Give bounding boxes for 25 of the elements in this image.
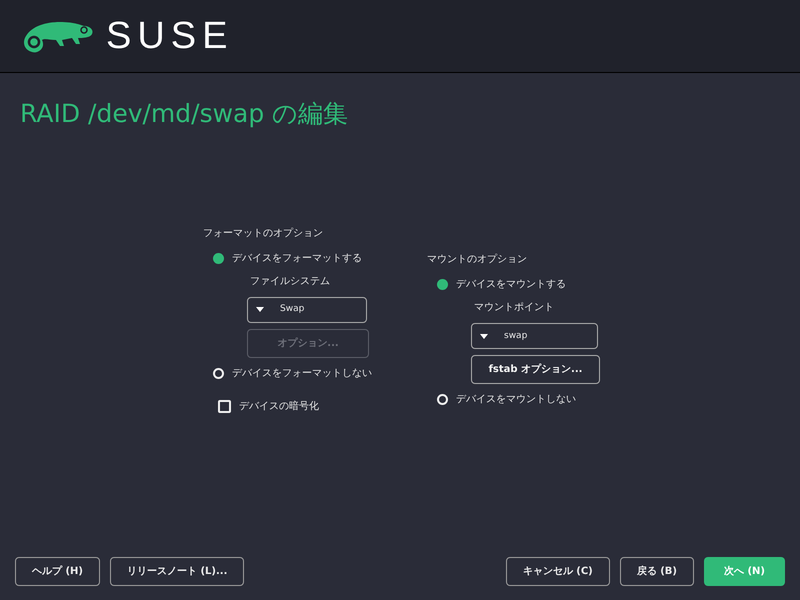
radio-label: デバイスをフォーマットする	[232, 252, 362, 266]
section-title: マウントのオプション	[427, 252, 528, 268]
radio-label: デバイスをマウントしない	[456, 393, 576, 408]
footer-button[interactable]: 戻る (B)	[620, 557, 694, 586]
radio-label: デバイスをフォーマットしない	[232, 366, 372, 381]
section-title: フォーマットのオプション	[203, 226, 324, 241]
caret-icon	[256, 307, 264, 312]
radio-button[interactable]	[437, 394, 448, 406]
footer-button[interactable]: ヘルプ (H)	[15, 557, 100, 586]
radio-label: デバイスをマウントする	[456, 278, 566, 292]
logo-text: SUSE	[106, 14, 234, 58]
page-title: RAID /dev/md/swap の編集	[19, 98, 348, 130]
footer-button[interactable]: リリースノート (L)...	[110, 557, 244, 586]
caret-icon	[480, 334, 488, 339]
options-button[interactable]: fstab オプション...	[471, 355, 600, 384]
field-label: ファイルシステム	[250, 274, 331, 289]
radio-button[interactable]	[213, 252, 224, 264]
radio-button[interactable]	[213, 368, 224, 379]
dropdown[interactable]: swap	[471, 323, 598, 350]
checkbox[interactable]	[218, 400, 231, 413]
field-label: マウントポイント	[474, 301, 555, 316]
footer-button[interactable]: キャンセル (C)	[506, 557, 610, 586]
radio-button[interactable]	[437, 279, 448, 290]
checkbox-label: デバイスの暗号化	[239, 400, 319, 414]
dropdown[interactable]: Swap	[247, 296, 367, 323]
